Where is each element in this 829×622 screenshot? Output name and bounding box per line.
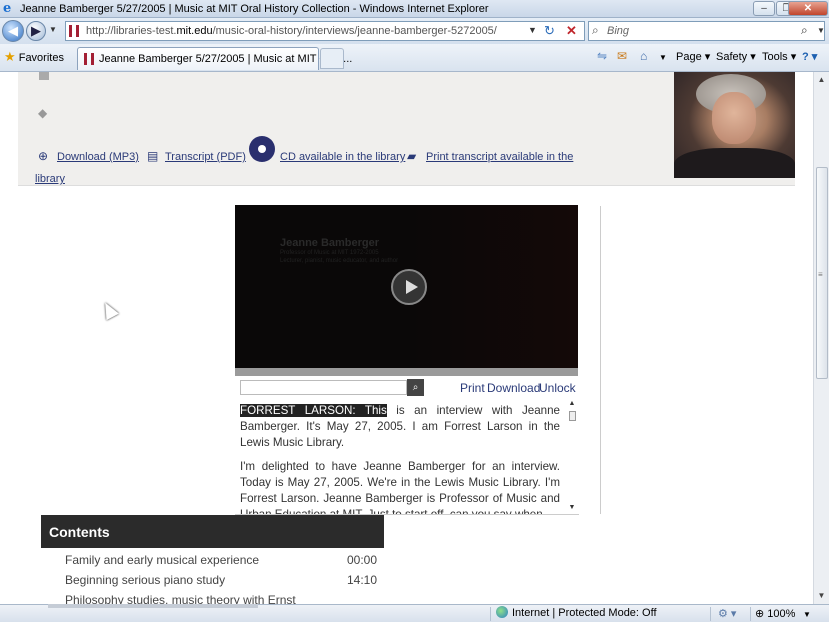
- contents-heading: Contents: [49, 524, 110, 540]
- contents-item-title[interactable]: Family and early musical experience: [65, 553, 259, 567]
- home-icon[interactable]: ⌂: [640, 49, 647, 63]
- status-separator: [710, 607, 711, 621]
- download-mp3-link[interactable]: Download (MP3): [57, 151, 139, 163]
- transcript-paragraph: I'm delighted to have Jeanne Bamberger f…: [240, 460, 560, 515]
- document-icon[interactable]: ▤: [147, 149, 158, 163]
- address-url[interactable]: http://libraries-test.mit.edu/music-oral…: [86, 25, 497, 37]
- feeds-icon[interactable]: ⇋: [597, 49, 607, 63]
- cd-library-link[interactable]: CD available in the library: [280, 151, 405, 163]
- search-provider-icon: ⌕: [592, 23, 599, 37]
- transcript-search-input[interactable]: [240, 380, 407, 395]
- zoom-value[interactable]: 100%: [767, 608, 795, 620]
- cd-icon[interactable]: [249, 136, 275, 162]
- transcript-paragraph: FORREST LARSON: This is an interview wit…: [240, 403, 560, 451]
- transcript-pdf-link[interactable]: Transcript (PDF): [165, 151, 246, 163]
- contents-header: Contents: [41, 515, 384, 548]
- video-subtitle-2: Lecturer, pianist, music educator, and a…: [280, 258, 399, 264]
- search-placeholder[interactable]: Bing: [607, 25, 629, 37]
- address-dropdown-icon[interactable]: ▼: [528, 25, 537, 35]
- print-transcript-link-continued[interactable]: library: [35, 173, 65, 185]
- contents-item-time[interactable]: 00:00: [347, 553, 377, 567]
- unlock-link[interactable]: Unlock: [539, 381, 576, 395]
- site-favicon-icon: [69, 25, 79, 37]
- transcript-scrollbar[interactable]: ▲ ▼: [566, 400, 578, 515]
- video-title: Jeanne Bamberger: [280, 237, 380, 249]
- refresh-icon[interactable]: ↻: [544, 23, 555, 39]
- search-options-dropdown-icon[interactable]: ▼: [817, 26, 825, 35]
- print-transcript-link[interactable]: Print transcript available in the: [426, 151, 573, 163]
- scroll-down-icon[interactable]: ▼: [566, 504, 578, 511]
- transcript-scroll-thumb[interactable]: [569, 411, 576, 421]
- page-menu[interactable]: Page ▾: [676, 50, 710, 63]
- help-menu[interactable]: ? ▾: [802, 50, 817, 63]
- search-icon[interactable]: ⌕: [407, 379, 424, 396]
- security-zone[interactable]: Internet | Protected Mode: Off: [512, 607, 657, 619]
- download-icon[interactable]: ⊕: [38, 149, 48, 163]
- close-button[interactable]: ✕: [788, 1, 828, 16]
- scroll-up-icon[interactable]: ▲: [814, 72, 829, 88]
- protected-mode-icon[interactable]: ⚙ ▾: [718, 607, 736, 620]
- internet-zone-icon: [496, 606, 508, 618]
- interviewee-portrait: [674, 72, 795, 178]
- safety-menu[interactable]: Safety ▾: [716, 50, 756, 63]
- contents-item-time[interactable]: 14:10: [347, 573, 377, 587]
- status-separator: [750, 607, 751, 621]
- status-separator: [490, 607, 491, 621]
- browser-tab[interactable]: Jeanne Bamberger 5/27/2005 | Music at MI…: [77, 47, 352, 70]
- window-title-bar: e Jeanne Bamberger 5/27/2005 | Music at …: [0, 0, 829, 18]
- print-link[interactable]: Print: [460, 381, 485, 395]
- zoom-dropdown-icon[interactable]: ▼: [803, 610, 811, 619]
- read-mail-icon[interactable]: ✉: [617, 49, 627, 63]
- address-bar[interactable]: http://libraries-test.mit.edu/music-oral…: [65, 21, 585, 41]
- play-icon[interactable]: [391, 269, 427, 305]
- column-divider: [600, 206, 601, 514]
- portrait-face: [712, 92, 756, 144]
- search-icon[interactable]: ⌕: [801, 23, 808, 38]
- page-scrollbar[interactable]: ▲ ≡ ▼: [813, 72, 829, 604]
- transcript-text: FORREST LARSON: This is an interview wit…: [240, 403, 560, 515]
- tab-favicon-icon: [84, 53, 94, 65]
- transcript-panel[interactable]: FORREST LARSON: This is an interview wit…: [235, 399, 579, 515]
- scroll-grip-icon: ≡: [818, 270, 823, 279]
- video-control-bar[interactable]: [235, 368, 578, 376]
- download-link[interactable]: Download: [487, 381, 540, 395]
- tag-icon: ◆: [38, 106, 48, 120]
- book-icon[interactable]: ▰: [407, 149, 416, 163]
- recent-pages-dropdown-icon[interactable]: ▼: [49, 25, 57, 34]
- tab-label: Jeanne Bamberger 5/27/2005 | Music at MI…: [99, 53, 353, 65]
- tools-menu[interactable]: Tools ▾: [762, 50, 796, 63]
- portrait-body: [674, 148, 795, 178]
- back-button[interactable]: ◀: [2, 20, 24, 42]
- transcript-highlight: FORREST LARSON: This: [240, 404, 387, 417]
- zoom-level[interactable]: ⊕ 100%: [755, 607, 795, 620]
- video-subtitle-1: Professor of Music at MIT 1972-2005: [280, 250, 379, 256]
- window-title: Jeanne Bamberger 5/27/2005 | Music at MI…: [20, 3, 489, 15]
- stop-icon[interactable]: ✕: [566, 23, 577, 39]
- home-dropdown-icon[interactable]: ▼: [659, 53, 667, 62]
- category-icon: [39, 72, 49, 80]
- star-icon: ★: [4, 49, 16, 64]
- contents-item-title[interactable]: Beginning serious piano study: [65, 573, 225, 587]
- scroll-down-icon[interactable]: ▼: [814, 588, 829, 604]
- scroll-up-icon[interactable]: ▲: [566, 400, 578, 407]
- forward-button[interactable]: ▶: [26, 21, 46, 41]
- horizontal-scroll-remnant: [48, 604, 258, 608]
- new-tab-button[interactable]: [320, 48, 344, 69]
- internet-explorer-icon: e: [3, 1, 12, 16]
- search-box[interactable]: ⌕ Bing ⌕ ▼: [588, 21, 825, 41]
- favorites-button[interactable]: ★ Favorites: [4, 49, 64, 65]
- minimize-button[interactable]: –: [753, 1, 775, 16]
